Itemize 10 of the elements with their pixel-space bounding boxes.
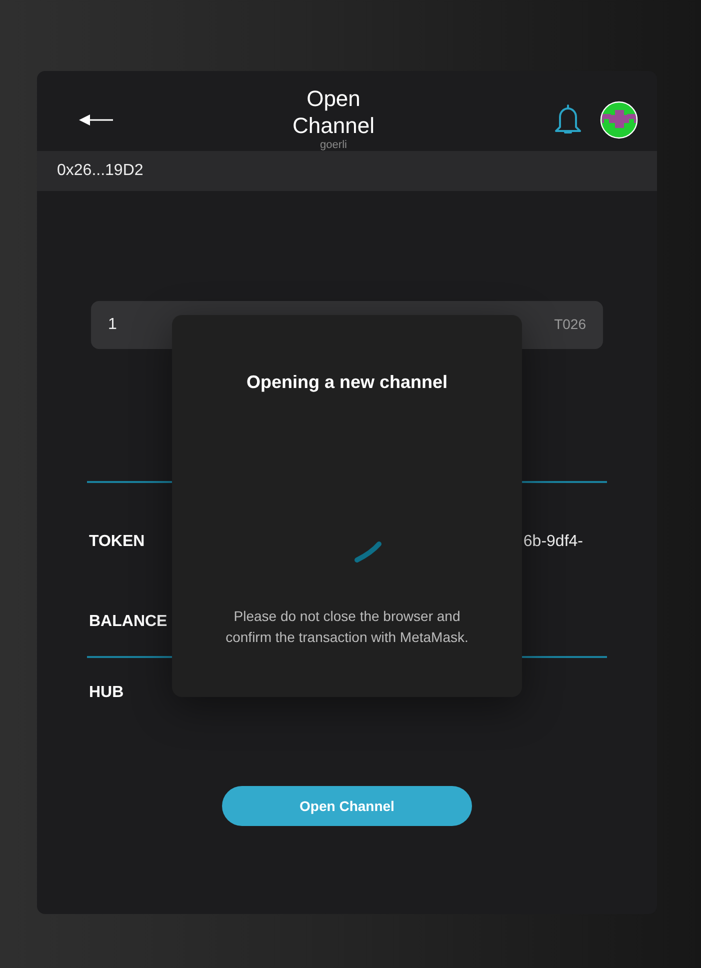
token-unit: T026 <box>554 316 586 333</box>
dialog-title: Opening a new channel <box>246 371 448 394</box>
detail-label: BALANCE <box>89 613 168 631</box>
page-title: Open Channel <box>292 85 376 139</box>
network-name: goerli <box>320 139 347 151</box>
detail-value: 6b-9df4- <box>523 533 583 551</box>
dialog-message: Please do not close the browser and confirm the transaction with MetaMask. <box>224 607 470 647</box>
detail-label: TOKEN <box>89 533 145 551</box>
account-address: 0x26...19D2 <box>57 162 144 180</box>
detail-label: HUB <box>89 684 124 702</box>
